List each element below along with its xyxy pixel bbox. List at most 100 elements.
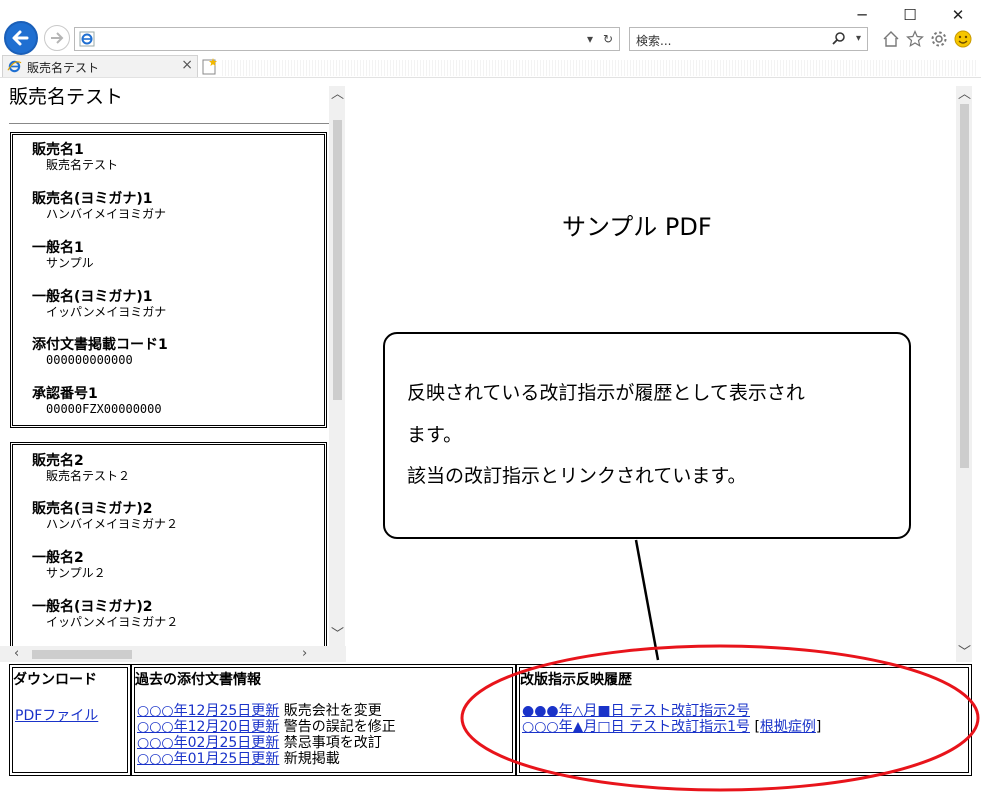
callout-text-line: ます。 bbox=[407, 424, 463, 446]
left-vertical-scrollbar[interactable]: ︿ ﹀ bbox=[329, 86, 345, 646]
download-heading: ダウンロード bbox=[13, 672, 97, 688]
favorites-star-icon[interactable] bbox=[906, 30, 924, 48]
list-item: ●●●年△月■日 テスト改訂指示2号 bbox=[522, 703, 821, 719]
field-shonin-bango-1: 承認番号1 00000FZX00000000 bbox=[32, 386, 162, 416]
revision-history-cell: 改版指示反映履歴 ●●●年△月■日 テスト改訂指示2号 ○○○年▲月□日 テスト… bbox=[516, 664, 972, 776]
tabstrip-divider bbox=[0, 77, 981, 78]
update-date-link[interactable]: ○○○年12月25日更新 bbox=[137, 703, 279, 719]
scroll-up-arrow-icon[interactable]: ︿ bbox=[958, 88, 971, 102]
callout-text-line: 反映されている改訂指示が履歴として表示され bbox=[407, 382, 805, 404]
search-box[interactable]: 検索... ▾ bbox=[629, 27, 868, 51]
browser-chrome: ─ ☐ ✕ ▾ ↻ 検索... ▾ 販売名テスト × bbox=[0, 0, 981, 86]
past-documents-heading: 過去の添付文書情報 bbox=[135, 672, 261, 688]
revision-link[interactable]: ○○○年▲月□日 テスト改訂指示1号 bbox=[522, 719, 750, 735]
page-title: 販売名テスト bbox=[9, 86, 124, 108]
annotation-callout: 反映されている改訂指示が履歴として表示され ます。 該当の改訂指示とリンクされて… bbox=[383, 332, 911, 539]
revision-history-heading: 改版指示反映履歴 bbox=[520, 672, 632, 688]
field-value: イッパンメイヨミガナ２ bbox=[46, 615, 179, 629]
evidence-case-link[interactable]: 根拠症例 bbox=[760, 719, 816, 735]
forward-button[interactable] bbox=[44, 25, 70, 51]
scrollbar-thumb[interactable] bbox=[333, 120, 342, 400]
scroll-up-arrow-icon[interactable]: ︿ bbox=[331, 88, 344, 102]
scroll-down-arrow-icon[interactable]: ﹀ bbox=[958, 646, 971, 660]
field-ippanmei-2: 一般名2 サンプル２ bbox=[32, 550, 106, 580]
scrollbar-thumb[interactable] bbox=[32, 650, 132, 659]
field-label: 販売名(ヨミガナ)1 bbox=[32, 191, 153, 207]
address-bar[interactable]: ▾ ↻ bbox=[74, 27, 620, 51]
ie-logo-icon bbox=[7, 60, 22, 73]
past-documents-cell: 過去の添付文書情報 ○○○年12月25日更新 販売会社を変更 ○○○年12月20… bbox=[131, 664, 516, 776]
field-label: 一般名1 bbox=[32, 240, 84, 256]
pdf-vertical-scrollbar[interactable]: ︿ ﹀ bbox=[956, 86, 972, 662]
field-label: 承認番号1 bbox=[32, 386, 98, 402]
list-item: ○○○年▲月□日 テスト改訂指示1号 [根拠症例] bbox=[522, 719, 821, 735]
settings-gear-icon[interactable] bbox=[930, 30, 948, 48]
left-frame: 販売名テスト 販売名1 販売名テスト 販売名(ヨミガナ)1 ハンバイメイヨミガナ… bbox=[0, 86, 346, 662]
field-label: 一般名2 bbox=[32, 550, 84, 566]
address-dropdown-icon[interactable]: ▾ bbox=[587, 31, 593, 47]
field-label: 販売名(ヨミガナ)2 bbox=[32, 501, 153, 517]
revision-link[interactable]: ●●●年△月■日 テスト改訂指示2号 bbox=[522, 703, 750, 719]
update-date-link[interactable]: ○○○年01月25日更新 bbox=[137, 751, 279, 767]
field-value: イッパンメイヨミガナ bbox=[46, 305, 167, 319]
product-entry-1: 販売名1 販売名テスト 販売名(ヨミガナ)1 ハンバイメイヨミガナ 一般名1 サ… bbox=[10, 132, 327, 428]
update-note: 禁忌事項を改訂 bbox=[283, 735, 382, 751]
callout-text-line: 該当の改訂指示とリンクされています。 bbox=[407, 465, 747, 487]
update-note: 新規掲載 bbox=[283, 751, 340, 767]
field-ippanmei-yomigana-1: 一般名(ヨミガナ)1 イッパンメイヨミガナ bbox=[32, 289, 166, 319]
scroll-down-arrow-icon[interactable]: ﹀ bbox=[331, 628, 344, 642]
field-hanbaimei-1: 販売名1 販売名テスト bbox=[32, 142, 118, 172]
revision-history-list: ●●●年△月■日 テスト改訂指示2号 ○○○年▲月□日 テスト改訂指示1号 [根… bbox=[522, 703, 821, 735]
arrow-left-icon bbox=[12, 30, 29, 46]
close-window-button[interactable]: ✕ bbox=[943, 4, 973, 26]
bottom-info-frame: ダウンロード PDFファイル 過去の添付文書情報 ○○○年12月25日更新 販売… bbox=[9, 664, 972, 776]
tabstrip-background bbox=[222, 60, 977, 76]
scroll-left-arrow-icon[interactable]: ‹ bbox=[14, 647, 19, 661]
tab-title: 販売名テスト bbox=[27, 61, 100, 75]
search-dropdown-icon[interactable]: ▾ bbox=[856, 31, 861, 47]
browser-tab[interactable]: 販売名テスト × bbox=[2, 55, 198, 77]
update-note: 警告の誤記を修正 bbox=[283, 719, 396, 735]
smiley-feedback-icon[interactable] bbox=[954, 30, 972, 48]
list-item: ○○○年12月20日更新 警告の誤記を修正 bbox=[137, 719, 396, 735]
left-horizontal-scrollbar[interactable]: ‹ › bbox=[0, 646, 346, 662]
field-ippanmei-yomigana-2: 一般名(ヨミガナ)2 イッパンメイヨミガナ２ bbox=[32, 599, 178, 629]
update-note: 販売会社を変更 bbox=[283, 703, 382, 719]
maximize-button[interactable]: ☐ bbox=[895, 4, 925, 26]
product-entries: 販売名1 販売名テスト 販売名(ヨミガナ)1 ハンバイメイヨミガナ 一般名1 サ… bbox=[0, 124, 329, 646]
field-value: ハンバイメイヨミガナ２ bbox=[46, 517, 179, 531]
field-value: ハンバイメイヨミガナ bbox=[46, 207, 167, 221]
field-ippanmei-1: 一般名1 サンプル bbox=[32, 240, 94, 270]
field-hanbaimei-2: 販売名2 販売名テスト２ bbox=[32, 453, 130, 483]
field-value: 00000FZX00000000 bbox=[46, 402, 162, 416]
pdf-file-link[interactable]: PDFファイル bbox=[15, 705, 98, 725]
new-tab-icon[interactable] bbox=[201, 57, 219, 75]
field-tenpu-code-1: 添付文書掲載コード1 000000000000 bbox=[32, 337, 168, 367]
ie-page-icon bbox=[79, 31, 95, 47]
field-label: 販売名2 bbox=[32, 453, 84, 469]
arrow-right-icon bbox=[51, 32, 64, 44]
update-date-link[interactable]: ○○○年12月20日更新 bbox=[137, 719, 279, 735]
refresh-icon[interactable]: ↻ bbox=[603, 31, 613, 47]
field-label: 販売名1 bbox=[32, 142, 84, 158]
field-value: 000000000000 bbox=[46, 353, 133, 367]
field-yomigana-1: 販売名(ヨミガナ)1 ハンバイメイヨミガナ bbox=[32, 191, 166, 221]
tab-close-icon[interactable]: × bbox=[181, 57, 193, 73]
minimize-button[interactable]: ─ bbox=[847, 4, 877, 26]
field-value: サンプル２ bbox=[46, 566, 106, 580]
past-documents-list: ○○○年12月25日更新 販売会社を変更 ○○○年12月20日更新 警告の誤記を… bbox=[137, 703, 396, 767]
back-button[interactable] bbox=[4, 21, 38, 55]
search-icon[interactable] bbox=[831, 31, 847, 47]
field-value: 販売名テスト bbox=[46, 158, 119, 172]
download-cell: ダウンロード PDFファイル bbox=[9, 664, 131, 776]
scrollbar-thumb[interactable] bbox=[960, 104, 969, 468]
field-value: 販売名テスト２ bbox=[46, 469, 131, 483]
update-date-link[interactable]: ○○○年02月25日更新 bbox=[137, 735, 279, 751]
scroll-right-arrow-icon[interactable]: › bbox=[302, 647, 307, 661]
field-label: 一般名(ヨミガナ)2 bbox=[32, 599, 153, 615]
field-label: 添付文書掲載コード1 bbox=[32, 337, 168, 353]
product-entry-2: 販売名2 販売名テスト２ 販売名(ヨミガナ)2 ハンバイメイヨミガナ２ 一般名2… bbox=[10, 442, 327, 646]
list-item: ○○○年01月25日更新 新規掲載 bbox=[137, 751, 396, 767]
home-icon[interactable] bbox=[882, 30, 900, 48]
bracket-close: ] bbox=[815, 719, 822, 735]
